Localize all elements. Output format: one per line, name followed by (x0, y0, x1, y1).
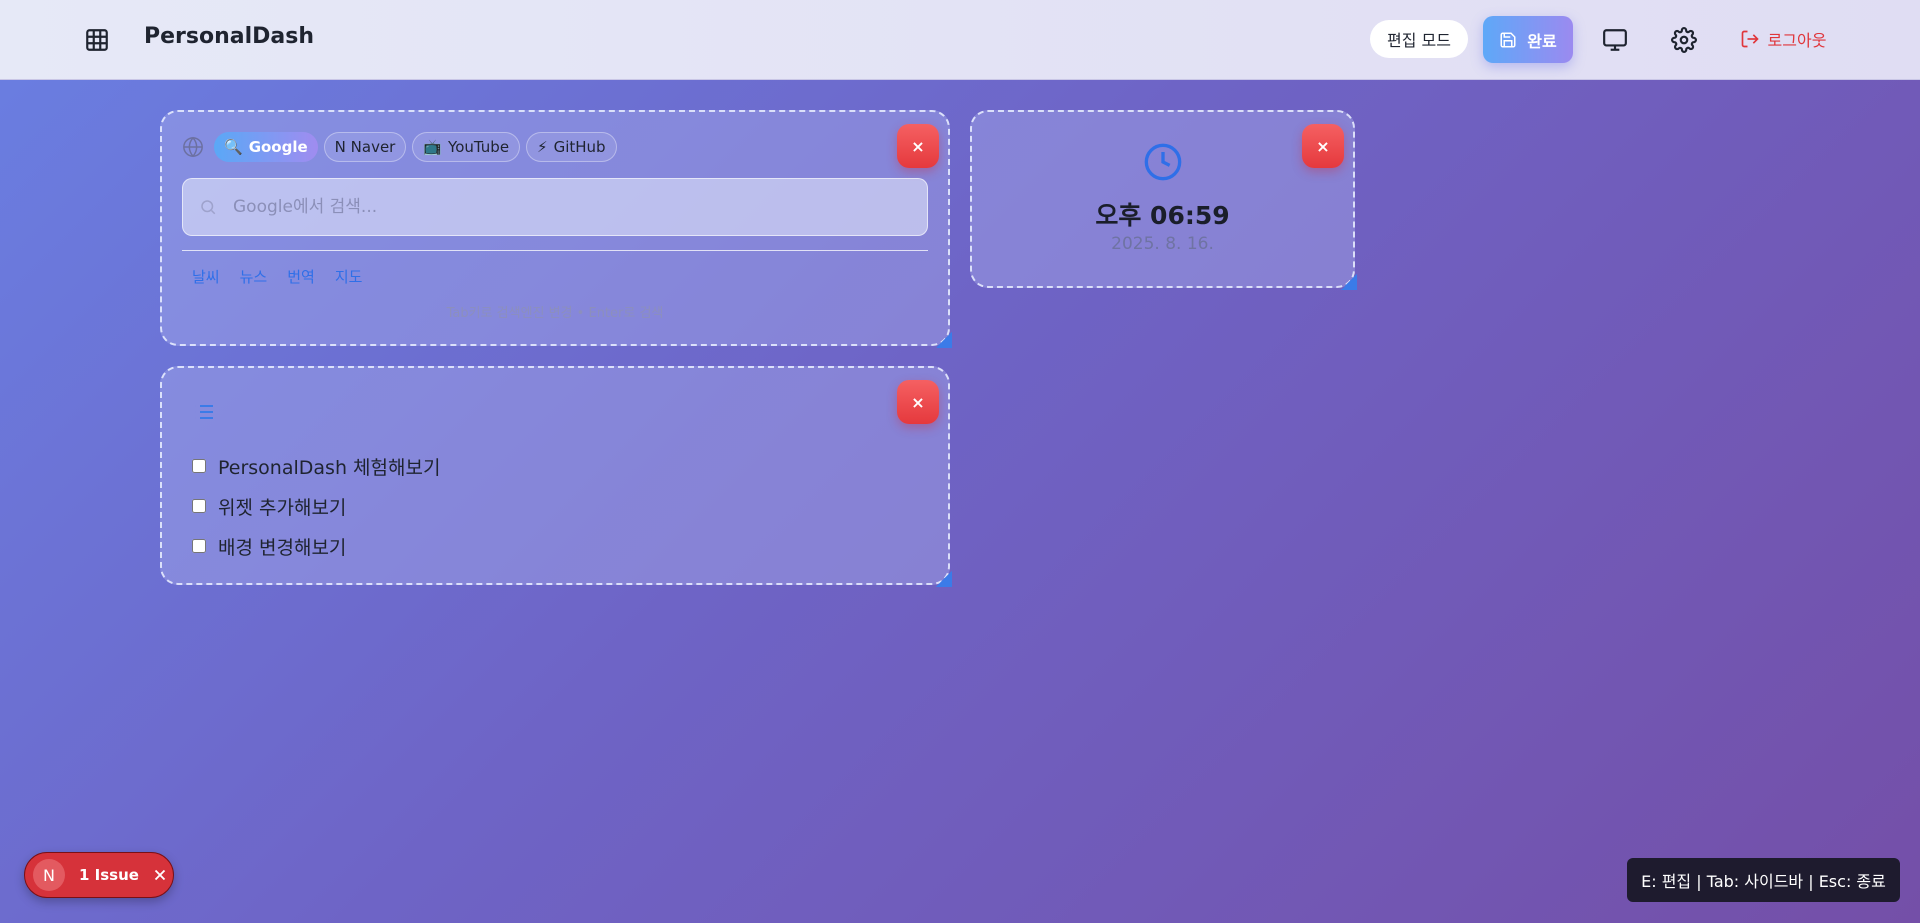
done-button[interactable]: 완료 (1483, 16, 1573, 63)
clock-icon (1144, 143, 1181, 181)
search-hint: Tab키로 검색엔진 변경 • Enter로 검색 (446, 306, 664, 321)
engine-chip-google[interactable]: 🔍 Google (214, 132, 318, 162)
list-icon (195, 405, 213, 419)
engine-chip-naver[interactable]: N Naver (323, 132, 407, 162)
engine-chip-youtube[interactable]: 📺 YouTube (412, 132, 521, 162)
todo-widget: PersonalDash 체험해보기 위젯 추가해보기 배경 변경해보기 × (160, 366, 952, 587)
search-icon (201, 200, 216, 215)
engine-label: YouTube (448, 138, 510, 156)
quick-link-news[interactable]: 뉴스 (240, 266, 268, 287)
close-icon[interactable] (151, 866, 169, 884)
quick-link-weather[interactable]: 날씨 (192, 266, 220, 287)
todo-label: PersonalDash 체험해보기 (218, 456, 441, 479)
search-engine-selector: 🔍 Google N Naver 📺 YouTube ⚡ GitHub (182, 132, 617, 162)
done-label: 완료 (1527, 31, 1557, 51)
todo-item: 배경 변경해보기 (192, 526, 440, 566)
edit-mode-button[interactable]: 편집 모드 (1370, 20, 1468, 58)
globe-icon (183, 136, 203, 158)
search-widget-close-button[interactable]: × (897, 124, 939, 168)
top-header: PersonalDash 편집 모드 완료 로그아웃 (0, 0, 1920, 80)
quick-link-translate[interactable]: 번역 (287, 266, 315, 287)
resize-handle[interactable] (1341, 274, 1357, 290)
todo-item: PersonalDash 체험해보기 (192, 446, 440, 486)
todo-checkbox[interactable] (192, 459, 206, 473)
logout-label: 로그아웃 (1767, 31, 1827, 50)
monitor-icon[interactable] (1602, 27, 1628, 53)
todo-label: 위젯 추가해보기 (218, 496, 347, 519)
todo-list: PersonalDash 체험해보기 위젯 추가해보기 배경 변경해보기 (192, 446, 440, 566)
quick-links: 날씨 뉴스 번역 지도 (192, 266, 362, 287)
keyboard-shortcut-hint: E: 편집 | Tab: 사이드바 | Esc: 종료 (1627, 858, 1900, 902)
clock-widget: 오후 06:59 2025. 8. 16. × (970, 110, 1357, 290)
search-input[interactable] (233, 197, 893, 217)
save-icon (1500, 32, 1516, 47)
clock-date: 2025. 8. 16. (1111, 234, 1214, 254)
clock-time: 오후 06:59 (1095, 201, 1230, 230)
app-title: PersonalDash (144, 24, 315, 49)
grid-icon[interactable] (84, 27, 110, 53)
gear-icon[interactable] (1671, 27, 1697, 53)
todo-widget-close-button[interactable]: × (897, 380, 939, 424)
engine-label: N Naver (334, 138, 396, 156)
logout-button[interactable]: 로그아웃 (1728, 18, 1838, 60)
engine-label: GitHub (553, 138, 606, 156)
todo-item: 위젯 추가해보기 (192, 486, 440, 526)
magnifier-icon: 🔍 (224, 138, 243, 156)
issue-count-label[interactable]: 1 Issue (79, 866, 139, 884)
search-widget: 🔍 Google N Naver 📺 YouTube ⚡ GitHub × 날씨… (160, 110, 952, 348)
search-divider (182, 250, 928, 251)
engine-label: Google (248, 138, 308, 156)
todo-label: 배경 변경해보기 (218, 536, 347, 559)
quick-link-map[interactable]: 지도 (335, 266, 363, 287)
issue-badge[interactable]: N 1 Issue (24, 852, 174, 898)
clock-widget-close-button[interactable]: × (1302, 124, 1344, 168)
resize-handle[interactable] (936, 571, 952, 587)
todo-checkbox[interactable] (192, 539, 206, 553)
lightning-icon: ⚡ (537, 138, 548, 156)
tv-icon: 📺 (423, 138, 443, 156)
resize-handle[interactable] (936, 332, 952, 348)
issue-avatar: N (33, 859, 65, 891)
engine-chip-github[interactable]: ⚡ GitHub (526, 132, 617, 162)
todo-checkbox[interactable] (192, 499, 206, 513)
search-box (182, 178, 928, 236)
logout-icon (1741, 30, 1759, 48)
